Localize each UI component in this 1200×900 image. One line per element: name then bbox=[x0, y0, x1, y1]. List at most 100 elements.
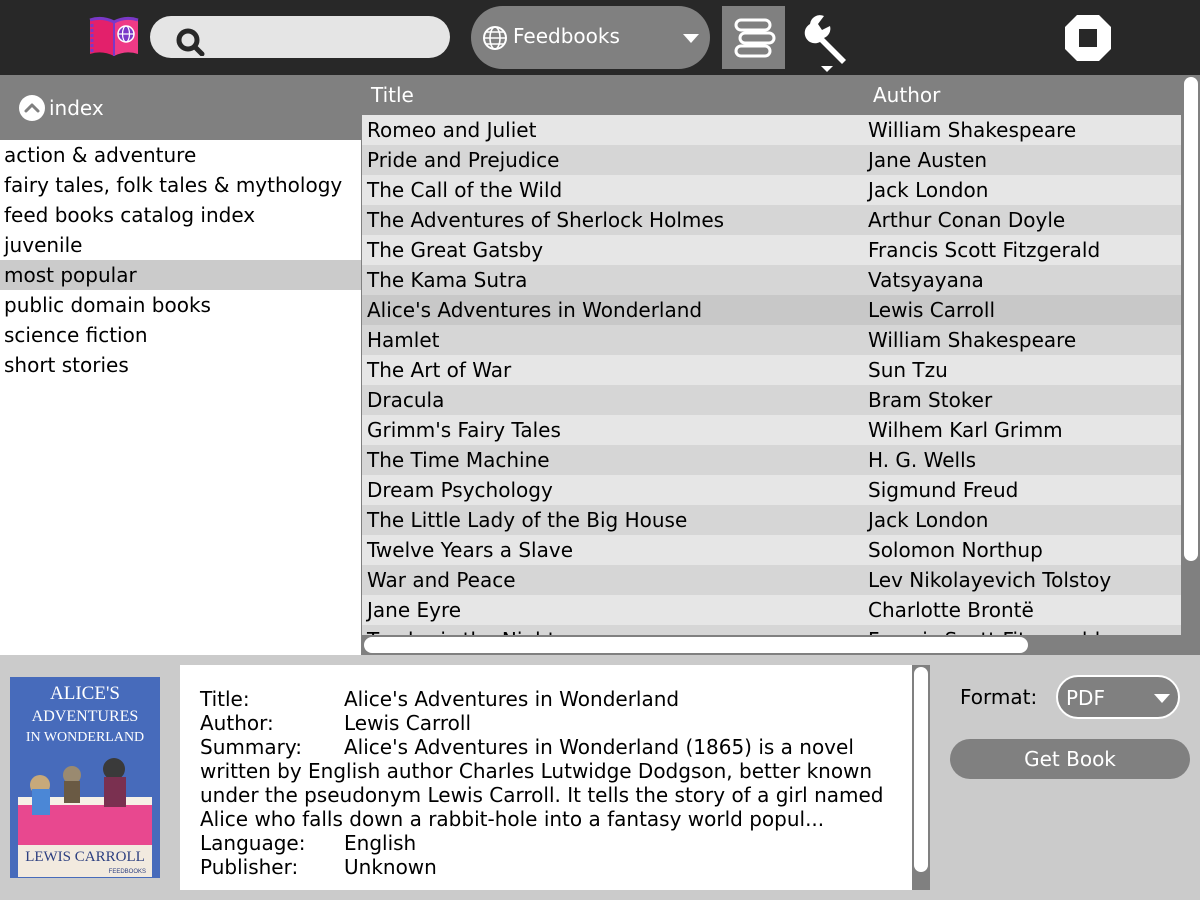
cover-title-line-2: ADVENTURES bbox=[32, 708, 139, 725]
cell-author: Lev Nikolayevich Tolstoy bbox=[868, 568, 1112, 592]
book-details-text: Title: Alice's Adventures in Wonderland … bbox=[180, 665, 912, 890]
column-header-author[interactable]: Author bbox=[873, 83, 940, 107]
table-row[interactable]: The Little Lady of the Big House Jack Lon… bbox=[362, 505, 1181, 535]
category-item[interactable]: juvenile bbox=[0, 230, 361, 260]
book-cover-image: ALICE'S ADVENTURES IN WONDERLAND LEWIS C… bbox=[10, 677, 160, 878]
cell-title: Hamlet bbox=[367, 328, 440, 352]
column-header-title[interactable]: Title bbox=[371, 83, 414, 107]
cell-author: Sun Tzu bbox=[868, 358, 948, 382]
cell-title: Jane Eyre bbox=[367, 598, 462, 622]
cell-author: Sigmund Freud bbox=[868, 478, 1019, 502]
detail-value: Alice's Adventures in Wonderland bbox=[344, 687, 680, 711]
chevron-down-icon bbox=[1154, 694, 1170, 703]
table-row[interactable]: The Adventures of Sherlock Holmes Arthur … bbox=[362, 205, 1181, 235]
books-stack-icon bbox=[730, 14, 778, 62]
chevron-down-icon bbox=[683, 34, 699, 43]
detail-value: English bbox=[344, 831, 417, 855]
globe-icon bbox=[481, 24, 509, 52]
cell-author: Francis Scott Fitzgerald bbox=[868, 238, 1101, 262]
cell-title: The Kama Sutra bbox=[367, 268, 528, 292]
chevron-up-icon[interactable] bbox=[19, 95, 45, 121]
scrollbar-thumb[interactable] bbox=[1184, 77, 1198, 561]
cell-title: Tender is the Night bbox=[367, 625, 556, 635]
app-window: Feedbooks index action & adventure fairy… bbox=[0, 0, 1200, 900]
category-item-selected[interactable]: most popular bbox=[0, 260, 361, 290]
stop-icon bbox=[1065, 15, 1111, 61]
table-row[interactable]: Twelve Years a Slave Solomon Northup bbox=[362, 535, 1181, 565]
library-button[interactable] bbox=[722, 6, 785, 69]
category-item[interactable]: action & adventure bbox=[0, 140, 361, 170]
table-row[interactable]: Tender is the Night Francis Scott Fitzger… bbox=[362, 625, 1181, 635]
category-item[interactable]: short stories bbox=[0, 350, 361, 380]
cell-author: Jack London bbox=[868, 508, 989, 532]
detail-label: Summary: bbox=[200, 735, 302, 759]
book-details-area: ALICE'S ADVENTURES IN WONDERLAND LEWIS C… bbox=[0, 655, 1200, 900]
cell-author: Wilhem Karl Grimm bbox=[868, 418, 1063, 442]
cell-title: Twelve Years a Slave bbox=[367, 538, 574, 562]
cover-title-line-3: IN WONDERLAND bbox=[26, 730, 144, 745]
table-row[interactable]: Dream Psychology Sigmund Freud bbox=[362, 475, 1181, 505]
cell-author: Francis Scott Fitzgerald bbox=[868, 625, 1100, 635]
book-globe-icon[interactable] bbox=[86, 14, 142, 60]
cell-title: The Great Gatsby bbox=[367, 238, 544, 262]
detail-label: Title: bbox=[200, 687, 250, 711]
book-table: Title Author Romeo and Juliet William Sha… bbox=[361, 75, 1200, 655]
cell-title: The Time Machine bbox=[367, 448, 550, 472]
search-input[interactable] bbox=[212, 16, 432, 58]
category-item[interactable]: science fiction bbox=[0, 320, 361, 350]
detail-row-publisher: Publisher: Unknown bbox=[200, 855, 892, 879]
format-select[interactable]: PDF bbox=[1056, 675, 1180, 719]
table-row[interactable]: Hamlet William Shakespeare bbox=[362, 325, 1181, 355]
detail-label: Publisher: bbox=[200, 855, 299, 879]
detail-row-language: Language: English bbox=[200, 831, 892, 855]
cell-author: William Shakespeare bbox=[868, 118, 1077, 142]
category-header[interactable]: index bbox=[0, 75, 361, 140]
table-row[interactable]: Dracula Bram Stoker bbox=[362, 385, 1181, 415]
cell-title: Pride and Prejudice bbox=[367, 148, 560, 172]
table-row[interactable]: Romeo and Juliet William Shakespeare bbox=[362, 115, 1181, 145]
table-row[interactable]: Grimm's Fairy Tales Wilhem Karl Grimm bbox=[362, 415, 1181, 445]
cell-title: The Art of War bbox=[367, 358, 512, 382]
scrollbar-thumb[interactable] bbox=[914, 667, 928, 872]
detail-row-author: Author: Lewis Carroll bbox=[200, 711, 892, 735]
format-label: Format: bbox=[960, 685, 1038, 709]
category-list: action & adventure fairy tales, folk tal… bbox=[0, 140, 361, 655]
chevron-down-icon bbox=[821, 66, 833, 72]
tools-button[interactable] bbox=[797, 6, 860, 74]
detail-label: Language: bbox=[200, 831, 306, 855]
category-item[interactable]: public domain books bbox=[0, 290, 361, 320]
table-row[interactable]: Jane Eyre Charlotte Brontë bbox=[362, 595, 1181, 625]
cell-author: Lewis Carroll bbox=[868, 298, 996, 322]
cell-title: Romeo and Juliet bbox=[367, 118, 537, 142]
cell-author: Solomon Northup bbox=[868, 538, 1043, 562]
cell-title: Grimm's Fairy Tales bbox=[367, 418, 561, 442]
category-item[interactable]: feed books catalog index bbox=[0, 200, 361, 230]
table-row-selected[interactable]: Alice's Adventures in Wonderland Lewis Ca… bbox=[362, 295, 1181, 325]
details-scrollbar[interactable] bbox=[912, 665, 930, 890]
horizontal-scrollbar[interactable] bbox=[361, 635, 1182, 655]
category-item[interactable]: fairy tales, folk tales & mythology bbox=[0, 170, 361, 200]
get-book-button[interactable]: Get Book bbox=[950, 739, 1190, 779]
search-icon bbox=[176, 26, 206, 57]
vertical-scrollbar[interactable] bbox=[1182, 75, 1200, 655]
table-row[interactable]: The Art of War Sun Tzu bbox=[362, 355, 1181, 385]
detail-row-title: Title: Alice's Adventures in Wonderland bbox=[200, 687, 892, 711]
scrollbar-thumb[interactable] bbox=[364, 637, 1028, 653]
source-select[interactable]: Feedbooks bbox=[471, 6, 710, 69]
search-box[interactable] bbox=[150, 16, 450, 58]
table-row[interactable]: The Kama Sutra Vatsyayana bbox=[362, 265, 1181, 295]
cell-author: Jane Austen bbox=[868, 148, 988, 172]
cell-title: The Call of the Wild bbox=[367, 178, 563, 202]
table-row[interactable]: Pride and Prejudice Jane Austen bbox=[362, 145, 1181, 175]
source-label: Feedbooks bbox=[513, 24, 620, 48]
table-row[interactable]: The Great Gatsby Francis Scott Fitzgerald bbox=[362, 235, 1181, 265]
table-row[interactable]: The Call of the Wild Jack London bbox=[362, 175, 1181, 205]
cell-title: Dream Psychology bbox=[367, 478, 553, 502]
detail-value: Unknown bbox=[344, 855, 437, 879]
cell-title: The Adventures of Sherlock Holmes bbox=[367, 208, 725, 232]
stop-button[interactable] bbox=[1058, 8, 1118, 68]
table-row[interactable]: The Time Machine H. G. Wells bbox=[362, 445, 1181, 475]
cell-title: Dracula bbox=[367, 388, 445, 412]
table-row[interactable]: War and Peace Lev Nikolayevich Tolstoy bbox=[362, 565, 1181, 595]
cover-publisher: FEEDBOOKS bbox=[109, 869, 146, 875]
